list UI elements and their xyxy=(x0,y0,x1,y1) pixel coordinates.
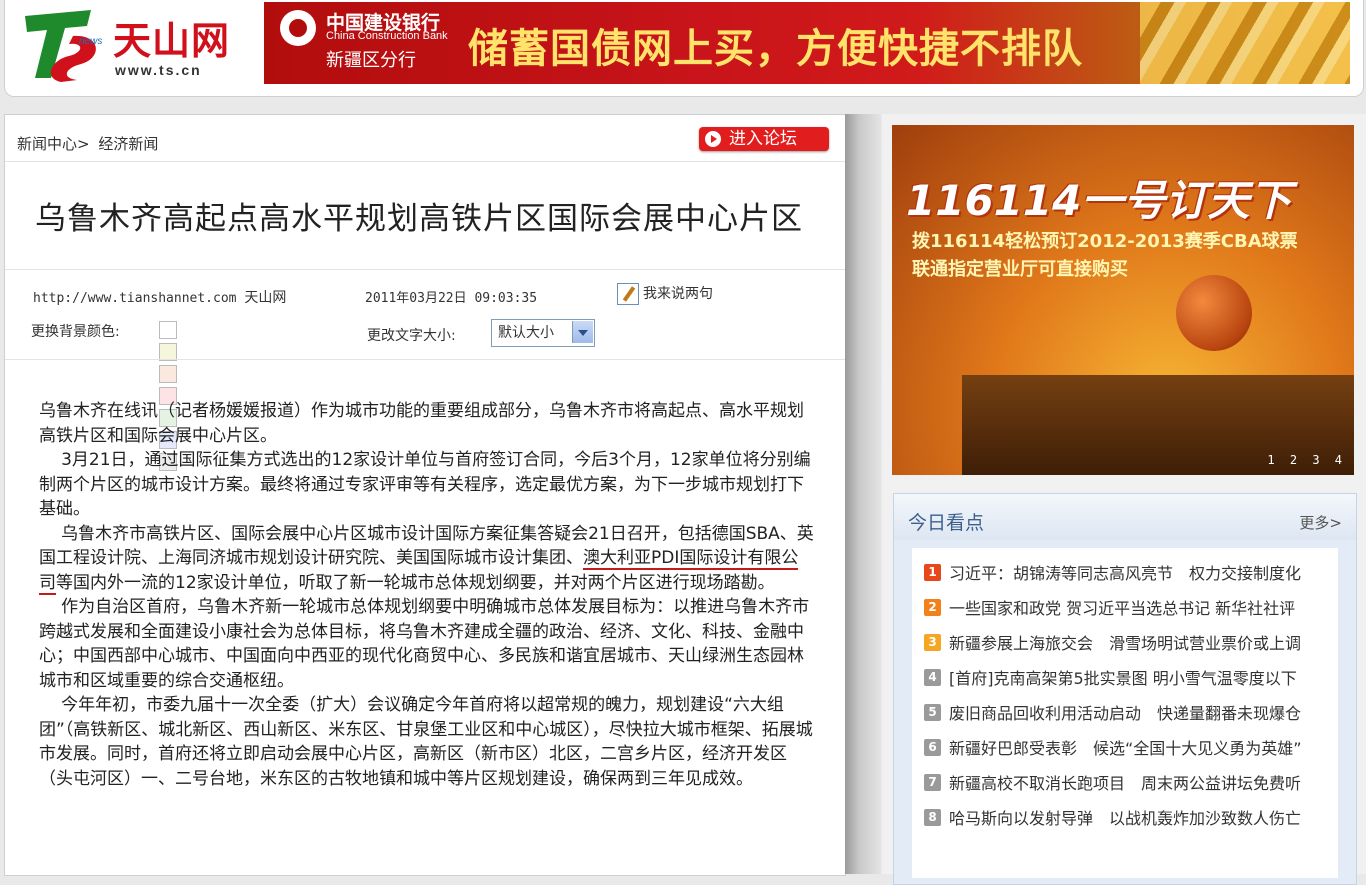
tianshan-logo-icon: news xyxy=(25,10,102,82)
more-link[interactable]: 更多> xyxy=(1299,512,1342,533)
paragraph-text: 等国内外一流的12家设计单位，听取了新一轮城市总体规划纲要，并对两个片区进行现场… xyxy=(56,572,775,593)
enter-forum-button[interactable]: 进入论坛 xyxy=(699,127,829,151)
rank-badge: 3 xyxy=(924,633,941,651)
news-item[interactable]: 7 新疆高校不取消长跑项目 周末两公益讲坛免费听 xyxy=(924,770,1334,794)
edit-pen-icon xyxy=(617,283,639,305)
ad-pager[interactable]: 1 2 3 4 xyxy=(1267,453,1346,467)
news-list: 1 习近平：胡锦涛等同志高风亮节 权力交接制度化 2 一些国家和政党 贺习近平当选总… xyxy=(912,548,1338,878)
news-item[interactable]: 5 废旧商品回收利用活动启动 快递量翻番未现爆仓 xyxy=(924,700,1334,724)
divider xyxy=(5,269,845,270)
basketball-icon xyxy=(1176,275,1252,351)
breadcrumb: 新闻中心> 经济新闻 xyxy=(17,133,162,154)
ad-headline: 116114一号订天下 xyxy=(906,176,1292,225)
logo-domain-text: www.ts.cn xyxy=(115,62,202,78)
news-title: 习近平：胡锦涛等同志高风亮节 权力交接制度化 xyxy=(949,564,1302,583)
news-title: 新疆参展上海旅交会 滑雪场明试营业票价或上调 xyxy=(949,634,1302,653)
news-item[interactable]: 2 一些国家和政党 贺习近平当选总书记 新华社社评 xyxy=(924,595,1334,619)
banner-slogan: 储蓄国债网上买，方便快捷不排队 xyxy=(468,26,1083,72)
article-paragraph: 乌鲁木齐市高铁片区、国际会展中心片区城市设计国际方案征集答疑会21日召开，包括德… xyxy=(39,522,815,596)
rank-badge: 4 xyxy=(924,668,941,686)
news-item[interactable]: 6 新疆好巴郎受表彰 候选“全国十大见义勇为英雄” xyxy=(924,735,1334,759)
news-item[interactable]: 1 习近平：胡锦涛等同志高风亮节 权力交接制度化 xyxy=(924,560,1334,584)
source-name: 天山网 xyxy=(244,290,287,306)
svg-text:news: news xyxy=(79,36,102,47)
enter-forum-label: 进入论坛 xyxy=(729,129,797,149)
rank-badge: 8 xyxy=(924,808,941,826)
news-item[interactable]: 4 [首府]克南高架第5批实景图 明小雪气温零度以下 xyxy=(924,665,1334,689)
gold-bars-image xyxy=(1140,2,1350,84)
panel-header: 今日看点 更多> xyxy=(894,494,1356,540)
site-logo[interactable]: news 天山网 www.ts.cn xyxy=(21,4,231,84)
bg-swatch[interactable] xyxy=(159,365,177,383)
article-paragraph: 3月21日，通过国际征集方式选出的12家设计单位与首府签订合同，今后3个月，12… xyxy=(39,450,811,519)
bank-branch: 新疆区分行 xyxy=(326,50,416,71)
article-source: http://www.tianshannet.com 天山网 xyxy=(33,287,286,307)
ad-line: 拨116114轻松预订2012-2013赛季CBA球票 xyxy=(912,231,1298,252)
ccb-banner-ad[interactable]: 中国建设银行 China Construction Bank 新疆区分行 储蓄国… xyxy=(264,2,1350,84)
column-divider xyxy=(845,114,881,874)
font-size-value: 默认大小 xyxy=(498,325,554,341)
article-paragraph: 乌鲁木齐在线讯（记者杨媛媛报道）作为城市功能的重要组成部分，乌鲁木齐市将高起点、… xyxy=(39,401,804,446)
article-title: 乌鲁木齐高起点高水平规划高铁片区国际会展中心片区 xyxy=(35,201,803,237)
ad-line: 联通指定营业厅可直接购买 xyxy=(912,259,1128,280)
bank-name-en: China Construction Bank xyxy=(326,30,448,42)
news-title: 新疆高校不取消长跑项目 周末两公益讲坛免费听 xyxy=(949,774,1302,793)
article-panel: 新闻中心> 经济新闻 进入论坛 乌鲁木齐高起点高水平规划高铁片区国际会展中心片区… xyxy=(4,114,846,876)
article-paragraph: 今年年初，市委九届十一次全委（扩大）会议确定今年首府将以超常规的魄力，规划建设“… xyxy=(39,695,813,789)
arrow-right-icon xyxy=(705,131,721,147)
logo-brand-text: 天山网 xyxy=(113,18,231,63)
comment-link[interactable]: 我来说两句 xyxy=(617,283,713,305)
news-title: 哈马斯向以发射导弹 以战机轰炸加沙致数人伤亡 xyxy=(949,809,1302,828)
news-title: [首府]克南高架第5批实景图 明小雪气温零度以下 xyxy=(949,669,1297,688)
bg-swatch[interactable] xyxy=(159,321,177,339)
article-datetime: 2011年03月22日 09:03:35 xyxy=(365,291,538,306)
breadcrumb-home[interactable]: 新闻中心> xyxy=(17,135,90,153)
comment-link-label: 我来说两句 xyxy=(643,286,713,302)
rank-badge: 2 xyxy=(924,598,941,616)
news-title: 废旧商品回收利用活动启动 快递量翻番未现爆仓 xyxy=(949,704,1302,723)
news-title: 一些国家和政党 贺习近平当选总书记 新华社社评 xyxy=(949,599,1296,618)
article-paragraph: 作为自治区首府，乌鲁木齐新一轮城市总体规划纲要中明确城市总体发展目标为：以推进乌… xyxy=(39,597,810,691)
divider xyxy=(5,359,845,360)
bg-color-label: 更换背景颜色: xyxy=(31,324,120,340)
rank-badge: 5 xyxy=(924,703,941,721)
news-item[interactable]: 8 哈马斯向以发射导弹 以战机轰炸加沙致数人伤亡 xyxy=(924,805,1334,829)
site-header: news 天山网 www.ts.cn 中国建设银行 China Construc… xyxy=(4,0,1364,97)
rank-badge: 1 xyxy=(924,563,941,581)
news-title: 新疆好巴郎受表彰 候选“全国十大见义勇为英雄” xyxy=(949,739,1302,758)
font-size-select[interactable]: 默认大小 xyxy=(491,319,595,347)
font-size-label: 更改文字大小: xyxy=(367,328,456,344)
today-highlights-panel: 今日看点 更多> 1 习近平：胡锦涛等同志高风亮节 权力交接制度化 2 一些国家和政… xyxy=(893,493,1357,885)
sidebar: 116114一号订天下 拨116114轻松预订2012-2013赛季CBA球票 … xyxy=(882,114,1366,885)
chevron-down-icon[interactable] xyxy=(572,321,593,343)
breadcrumb-section[interactable]: 经济新闻 xyxy=(98,135,158,153)
article-body: 乌鲁木齐在线讯（记者杨媛媛报道）作为城市功能的重要组成部分，乌鲁木齐市将高起点、… xyxy=(39,399,815,791)
unicom-cba-ad[interactable]: 116114一号订天下 拨116114轻松预订2012-2013赛季CBA球票 … xyxy=(892,125,1354,475)
source-url[interactable]: http://www.tianshannet.com xyxy=(33,291,237,306)
rank-badge: 7 xyxy=(924,773,941,791)
ccb-logo-icon xyxy=(280,10,316,46)
news-item[interactable]: 3 新疆参展上海旅交会 滑雪场明试营业票价或上调 xyxy=(924,630,1334,654)
rank-badge: 6 xyxy=(924,738,941,756)
panel-title: 今日看点 xyxy=(908,512,985,534)
divider xyxy=(5,161,845,162)
